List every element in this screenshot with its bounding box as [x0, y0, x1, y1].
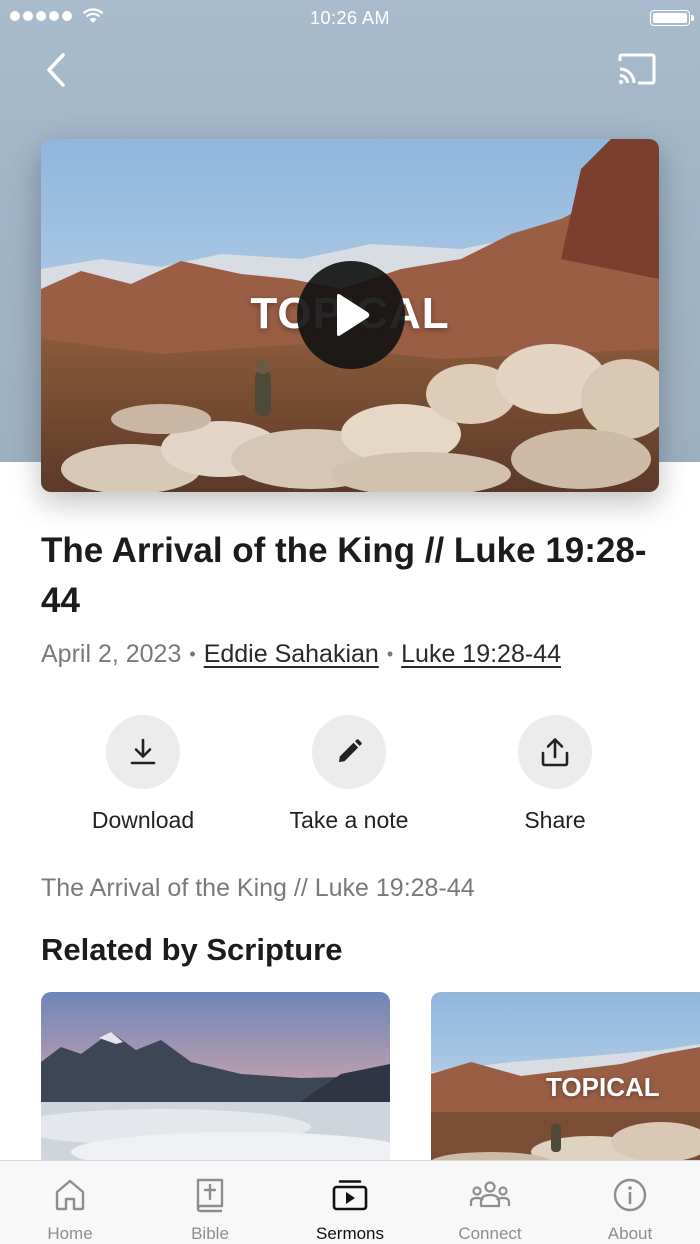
separator-dot: • [386, 644, 394, 664]
tab-home[interactable]: Home [0, 1161, 140, 1244]
people-icon [469, 1181, 511, 1208]
take-note-label: Take a note [289, 807, 409, 833]
download-label: Download [91, 807, 195, 833]
take-note-circle[interactable] [312, 715, 386, 789]
sermon-date: April 2, 2023 [41, 640, 182, 668]
bible-icon [196, 1178, 224, 1213]
tab-connect[interactable]: Connect [420, 1161, 560, 1244]
related-sermon-card[interactable]: TOPICAL [431, 992, 700, 1170]
play-button[interactable] [297, 261, 405, 369]
related-section-title: Related by Scripture [41, 932, 343, 967]
sermon-description: The Arrival of the King // Luke 19:28-44 [41, 874, 475, 902]
chevron-left-icon [47, 53, 65, 87]
download-circle[interactable] [106, 715, 180, 789]
bottom-tab-bar: Home Bible Sermons Connect About [0, 1160, 700, 1244]
take-note-button[interactable]: Take a note [249, 715, 449, 834]
tab-bible[interactable]: Bible [140, 1161, 280, 1244]
related-thumbnail-image [41, 992, 390, 1170]
related-series-label: TOPICAL [546, 1072, 660, 1102]
status-bar: 10:26 AM [0, 0, 700, 36]
share-circle[interactable] [518, 715, 592, 789]
scripture-link[interactable]: Luke 19:28-44 [401, 640, 561, 669]
share-icon [541, 738, 569, 767]
cast-button[interactable] [616, 52, 660, 90]
download-button[interactable]: Download [43, 715, 243, 834]
tab-sermons-label: Sermons [315, 1224, 385, 1243]
sermons-icon [332, 1180, 368, 1211]
play-icon [337, 294, 370, 336]
tab-connect-label: Connect [458, 1224, 522, 1243]
tab-about[interactable]: About [560, 1161, 700, 1244]
cast-icon [618, 53, 656, 85]
download-icon [130, 738, 156, 765]
status-time: 10:26 AM [309, 8, 391, 28]
separator-dot: • [189, 644, 196, 664]
tab-sermons[interactable]: Sermons [280, 1161, 420, 1244]
share-label: Share [524, 807, 586, 833]
info-icon [613, 1178, 647, 1212]
back-button[interactable] [36, 50, 76, 90]
tab-bible-label: Bible [191, 1224, 229, 1243]
battery-icon [650, 10, 694, 26]
home-icon [55, 1179, 85, 1211]
sermon-meta: April 2, 2023 • Eddie Sahakian • Luke 19… [41, 640, 561, 669]
sermon-video-player[interactable]: TOPICAL [41, 139, 659, 492]
share-button[interactable]: Share [455, 715, 655, 834]
tab-home-label: Home [47, 1224, 93, 1243]
tab-about-label: About [607, 1224, 653, 1243]
pencil-icon [339, 739, 362, 762]
related-sermon-card[interactable] [41, 992, 390, 1170]
sermon-title: The Arrival of the King // Luke 19:28-44 [41, 531, 647, 620]
speaker-link[interactable]: Eddie Sahakian [204, 640, 379, 669]
